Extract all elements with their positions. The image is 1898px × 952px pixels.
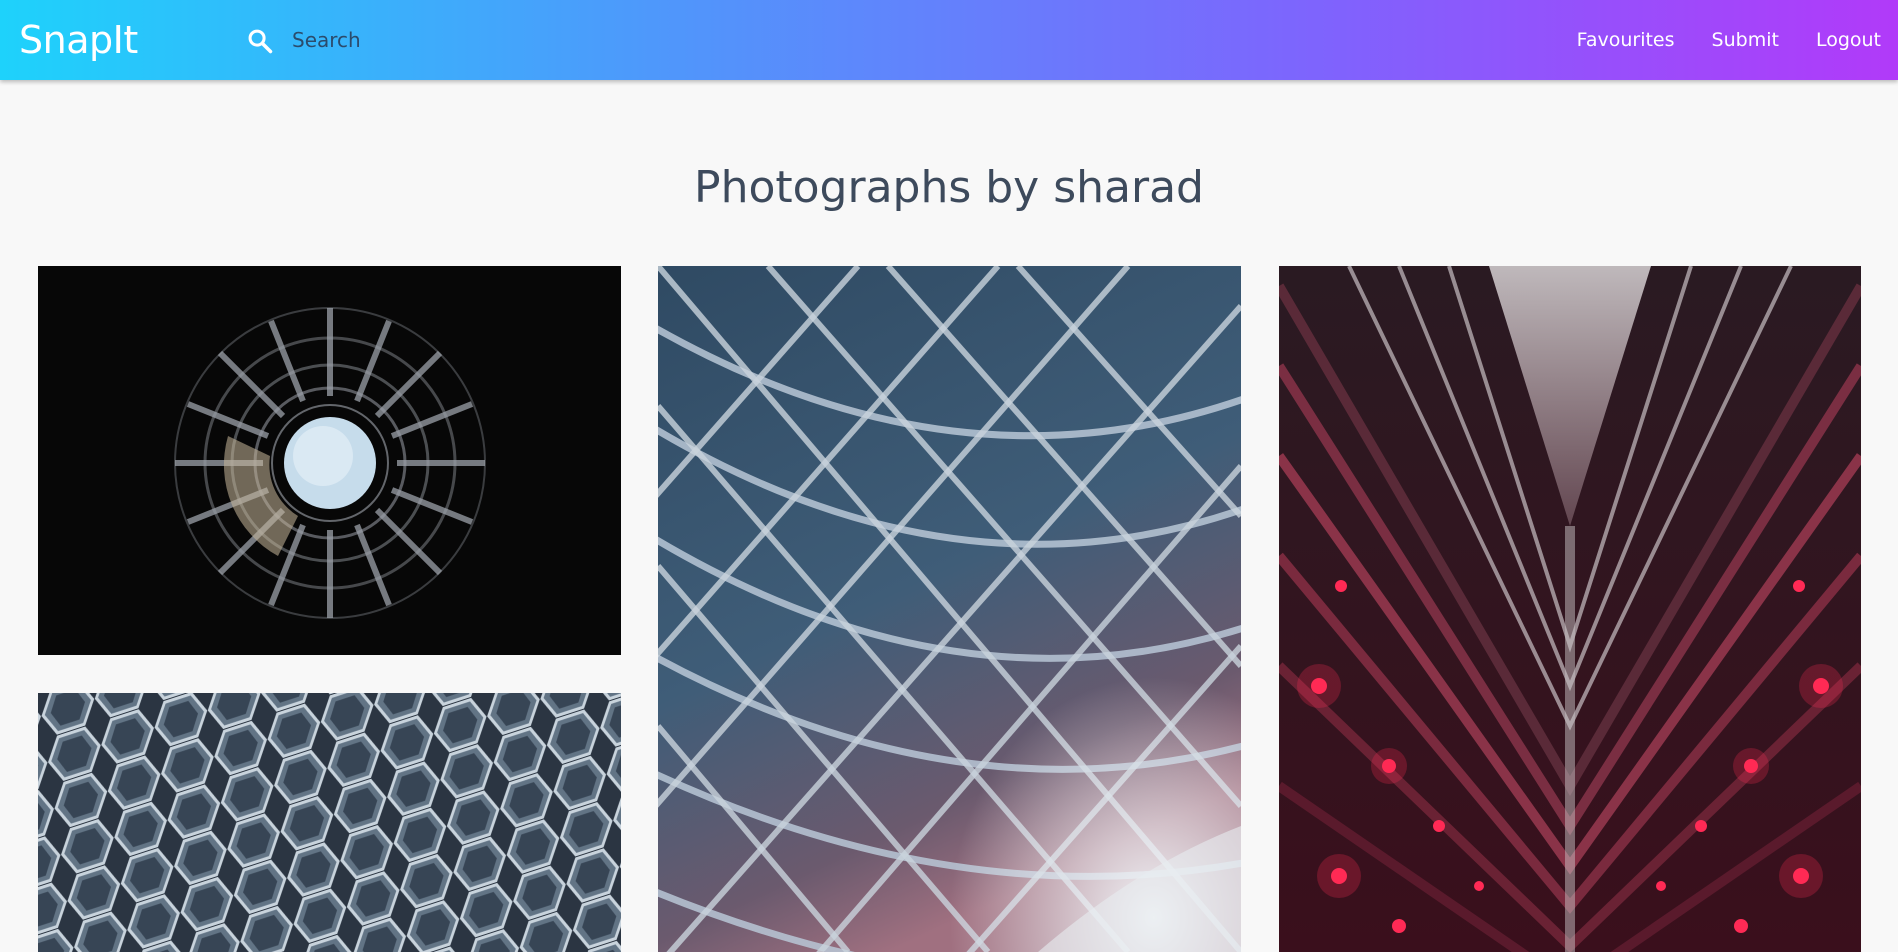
search-input[interactable] [292,22,692,58]
page-title: Photographs by sharad [694,162,1204,213]
photo-image [38,266,621,655]
nav-submit-link[interactable]: Submit [1712,29,1779,51]
photo-image [38,693,621,952]
search-icon[interactable] [246,27,274,55]
photo-card-hexagon-facade[interactable] [38,693,621,952]
nav-favourites-link[interactable]: Favourites [1577,29,1675,51]
brand-logo[interactable]: SnapIt [19,18,138,62]
photo-image [1279,266,1861,952]
photo-card-spiral-stairwell[interactable] [38,266,621,655]
top-navbar: SnapIt Favourites Submit Logout [0,0,1898,80]
photo-image [658,266,1241,952]
photo-card-lattice-roof[interactable] [658,266,1241,952]
nav-links: Favourites Submit Logout [1540,0,1881,80]
nav-logout-link[interactable]: Logout [1816,29,1881,51]
photo-card-red-atrium[interactable] [1279,266,1861,952]
